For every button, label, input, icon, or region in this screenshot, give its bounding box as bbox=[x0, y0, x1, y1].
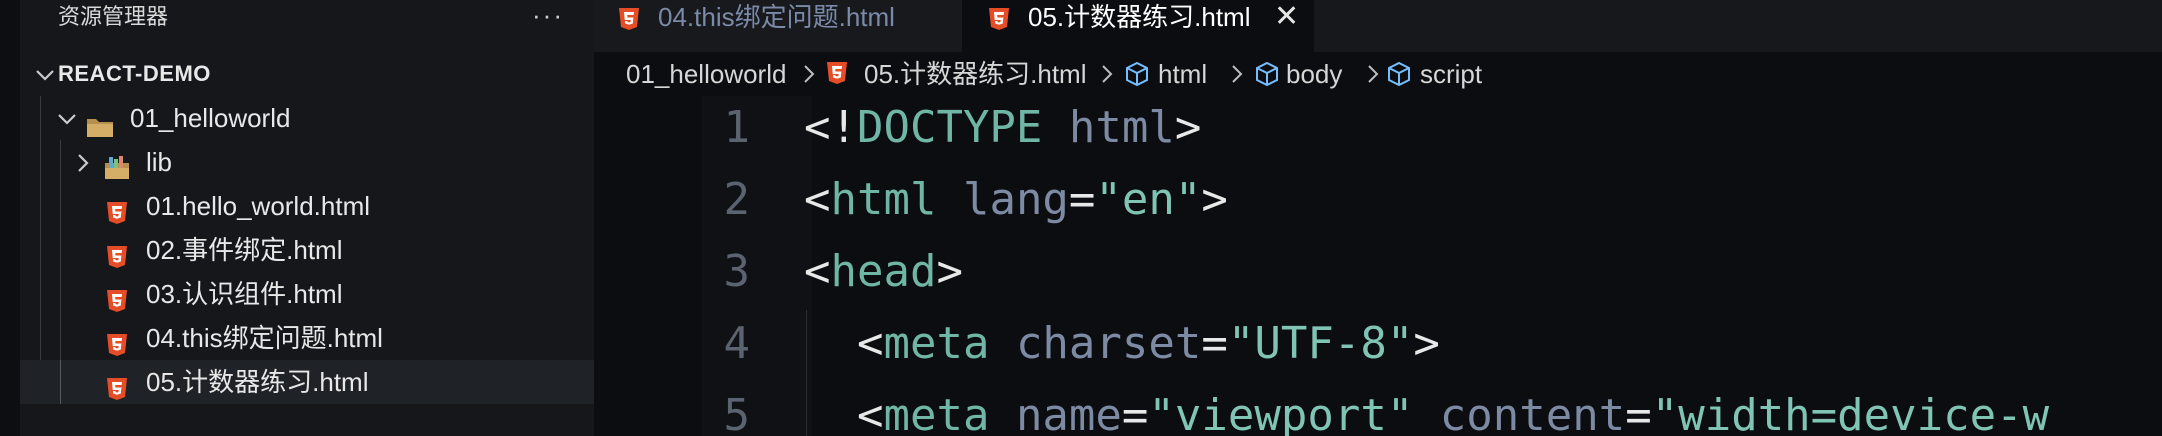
cube-symbol-icon bbox=[1388, 61, 1410, 87]
breadcrumb-file-label: 05.计数器练习.html bbox=[864, 59, 1087, 89]
close-icon[interactable]: ✕ bbox=[1274, 0, 1299, 34]
chevron-right-icon bbox=[1230, 52, 1244, 97]
file-item[interactable]: 01.hello_world.html bbox=[20, 184, 594, 228]
tab-05-counter[interactable]: 05.计数器练习.html ✕ bbox=[962, 0, 1314, 52]
cube-symbol-icon bbox=[1256, 61, 1278, 87]
line-number: 4 bbox=[723, 318, 751, 369]
html5-icon bbox=[988, 5, 1010, 39]
file-item-selected[interactable]: 05.计数器练习.html bbox=[20, 360, 594, 404]
line-number: 5 bbox=[723, 390, 751, 436]
html5-icon bbox=[106, 370, 128, 400]
code-line: <!DOCTYPE html> bbox=[804, 102, 1202, 153]
folder-lib[interactable]: lib bbox=[20, 140, 594, 184]
file-item[interactable]: 02.事件绑定.html bbox=[20, 228, 594, 272]
html5-icon bbox=[106, 238, 128, 268]
folder-label: lib bbox=[146, 147, 173, 177]
chevron-right-icon bbox=[802, 52, 816, 97]
html5-icon bbox=[827, 62, 847, 84]
file-label: 03.认识组件.html bbox=[146, 279, 343, 309]
line-number: 2 bbox=[723, 174, 751, 225]
line-number: 3 bbox=[723, 246, 751, 297]
code-line: <meta name="viewport" content="width=dev… bbox=[856, 390, 2050, 436]
file-item[interactable]: 03.认识组件.html bbox=[20, 272, 594, 316]
explorer-title: 资源管理器 bbox=[58, 4, 169, 29]
code-editor[interactable]: 1 2 3 4 5 <!DOCTYPE html> <html lang="en… bbox=[594, 96, 2162, 436]
project-name: REACT-DEMO bbox=[58, 61, 211, 86]
code-line: <meta charset="UTF-8"> bbox=[856, 318, 1440, 369]
folder-label: 01_helloworld bbox=[130, 103, 291, 133]
code-line: <head> bbox=[804, 246, 963, 297]
folder-open-icon bbox=[86, 107, 114, 137]
symbol-label: html bbox=[1158, 59, 1208, 89]
cube-symbol-icon bbox=[1126, 61, 1148, 87]
html5-icon bbox=[106, 326, 128, 356]
project-root[interactable]: REACT-DEMO bbox=[20, 52, 594, 96]
chevron-down-icon bbox=[56, 96, 80, 140]
indent-guide-active bbox=[60, 360, 61, 404]
breadcrumb: 01_helloworld 05.计数器练习.html html body sc… bbox=[594, 52, 2162, 96]
tab-04-this[interactable]: 04.this绑定问题.html bbox=[594, 0, 962, 52]
code-line: <html lang="en"> bbox=[804, 174, 1228, 225]
tab-label: 05.计数器练习.html bbox=[1028, 2, 1251, 32]
file-label: 01.hello_world.html bbox=[146, 191, 371, 221]
file-label: 04.this绑定问题.html bbox=[146, 323, 383, 353]
html5-icon bbox=[106, 282, 128, 312]
html5-icon bbox=[106, 194, 128, 224]
folder-01-helloworld[interactable]: 01_helloworld bbox=[20, 96, 594, 140]
symbol-label: script bbox=[1420, 59, 1483, 89]
tab-label: 04.this绑定问题.html bbox=[658, 2, 895, 32]
file-label: 02.事件绑定.html bbox=[146, 235, 343, 265]
activity-bar-edge bbox=[0, 0, 20, 436]
more-actions-icon[interactable]: ··· bbox=[532, 0, 564, 34]
chevron-right-icon bbox=[1366, 52, 1380, 97]
file-item[interactable]: 04.this绑定问题.html bbox=[20, 316, 594, 360]
chevron-right-icon bbox=[72, 140, 96, 184]
chevron-right-icon bbox=[1100, 52, 1114, 97]
line-number: 1 bbox=[723, 102, 751, 153]
file-label: 05.计数器练习.html bbox=[146, 367, 369, 397]
breadcrumb-folder[interactable]: 01_helloworld bbox=[626, 52, 786, 96]
html5-icon bbox=[618, 5, 640, 39]
symbol-label: body bbox=[1286, 59, 1343, 89]
library-folder-icon bbox=[104, 149, 130, 179]
chevron-down-icon bbox=[34, 52, 58, 96]
